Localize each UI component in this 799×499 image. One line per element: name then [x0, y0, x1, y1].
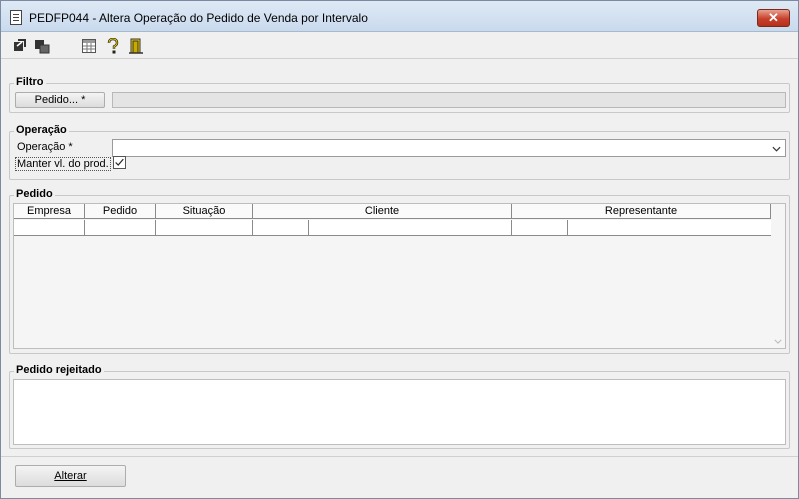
table-cell[interactable]	[512, 220, 568, 236]
table-cell[interactable]	[156, 220, 253, 236]
table-cell[interactable]	[568, 220, 772, 236]
toolbar	[1, 32, 798, 59]
chevron-down-icon[interactable]	[774, 339, 782, 344]
alterar-button[interactable]: Alterar	[15, 465, 126, 487]
manter-label: Manter vl. do prod.	[15, 157, 111, 171]
help-icon[interactable]	[105, 38, 121, 54]
pedido-table[interactable]: Empresa Pedido Situação Cliente Represen…	[13, 203, 786, 349]
calculator-icon[interactable]	[81, 38, 97, 54]
vertical-scrollbar[interactable]	[771, 220, 785, 348]
back-icon[interactable]	[12, 38, 28, 54]
rejeitado-legend: Pedido rejeitado	[14, 364, 104, 376]
col-empresa[interactable]: Empresa	[14, 204, 85, 219]
window-title: PEDFP044 - Altera Operação do Pedido de …	[29, 11, 368, 25]
table-cell[interactable]	[253, 220, 309, 236]
col-representante[interactable]: Representante	[512, 204, 771, 219]
checkmark-icon	[115, 158, 124, 166]
operacao-legend: Operação	[14, 124, 69, 136]
manter-checkbox[interactable]	[113, 156, 126, 169]
pedido-lookup-button[interactable]: Pedido... *	[15, 92, 105, 108]
filtro-legend: Filtro	[14, 76, 46, 88]
table-cell[interactable]	[14, 220, 85, 236]
close-button[interactable]: ✕	[757, 9, 790, 27]
table-cell[interactable]	[309, 220, 512, 236]
col-pedido[interactable]: Pedido	[85, 204, 156, 219]
footer-separator	[1, 456, 798, 457]
table-cell[interactable]	[85, 220, 156, 236]
copy-icon[interactable]	[34, 38, 50, 54]
pedido-filter-field	[112, 92, 786, 108]
main-window: PEDFP044 - Altera Operação do Pedido de …	[0, 0, 799, 499]
title-bar: PEDFP044 - Altera Operação do Pedido de …	[1, 1, 798, 32]
pedido-legend: Pedido	[14, 188, 55, 200]
rejeitado-textarea[interactable]	[13, 379, 786, 445]
col-situacao[interactable]: Situação	[156, 204, 253, 219]
chevron-down-icon[interactable]	[772, 146, 781, 152]
document-icon	[10, 10, 22, 25]
col-cliente[interactable]: Cliente	[253, 204, 512, 219]
alterar-label: Alterar	[54, 470, 87, 482]
operacao-label: Operação *	[17, 141, 73, 153]
operacao-select[interactable]	[112, 139, 786, 157]
exit-icon[interactable]	[128, 38, 144, 54]
